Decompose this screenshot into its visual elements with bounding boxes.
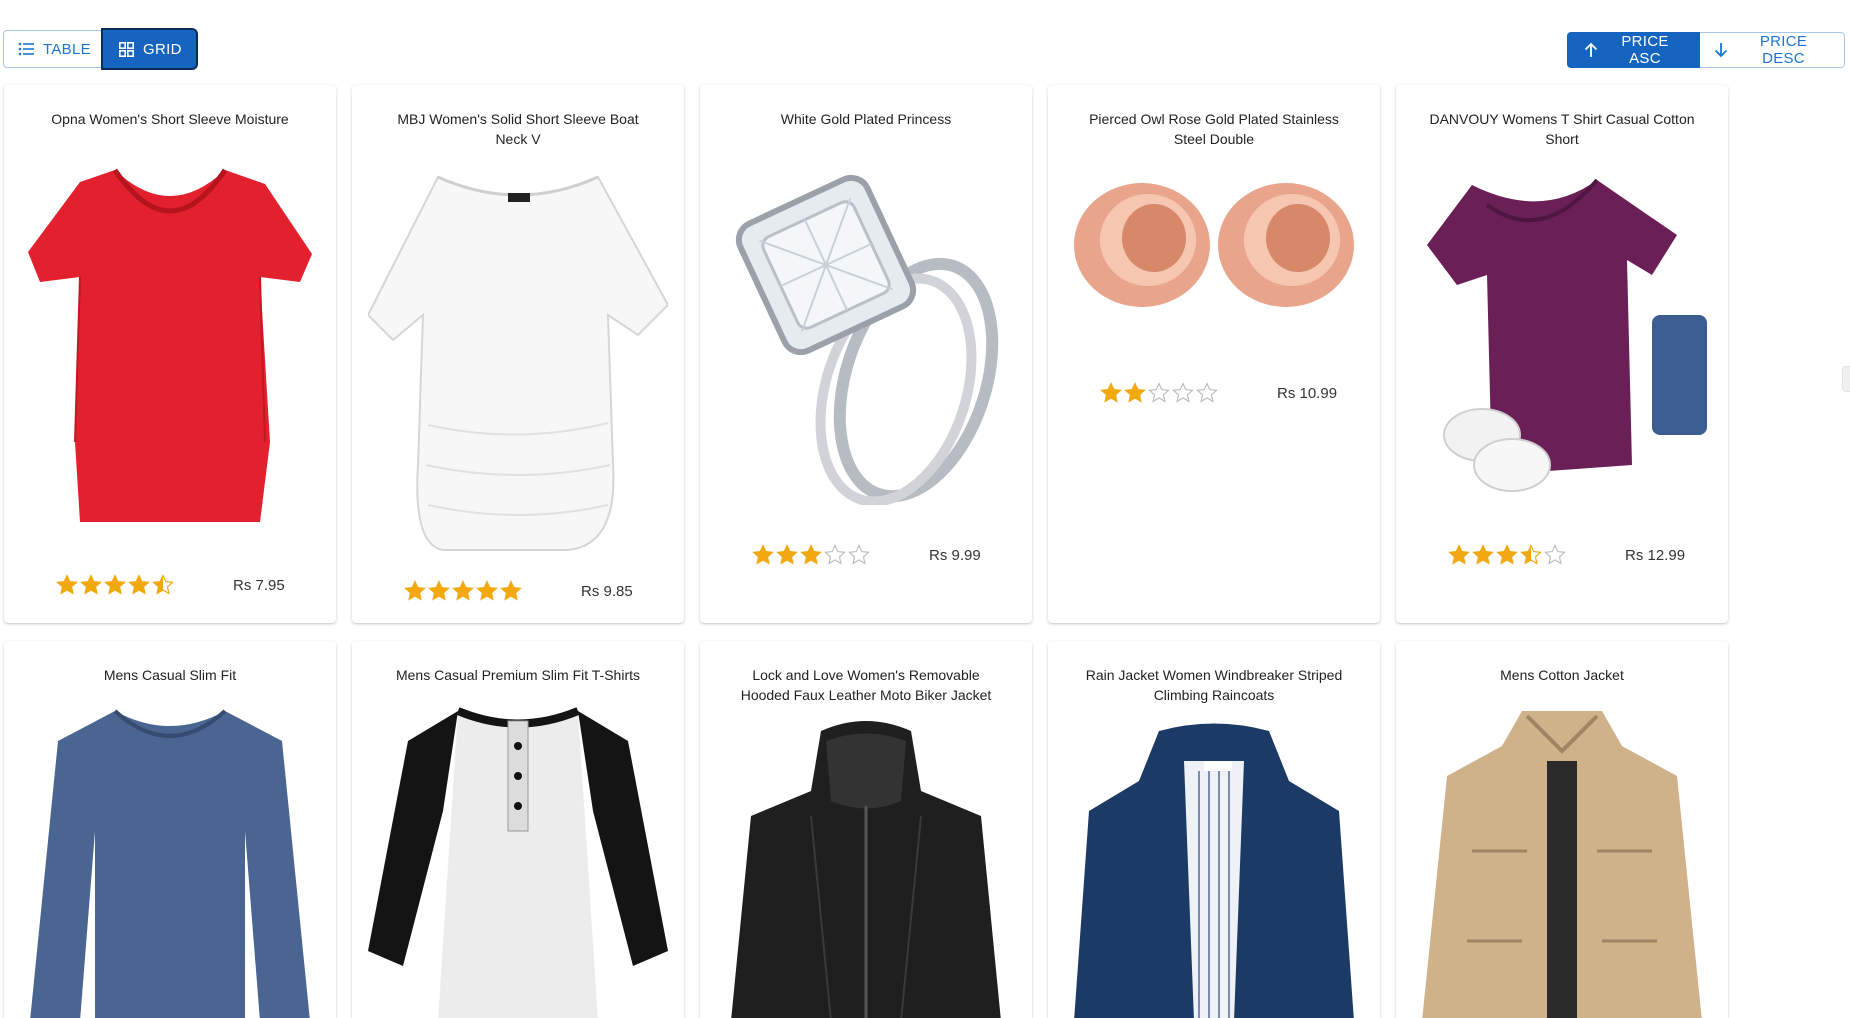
grid-view-label: GRID	[143, 40, 182, 58]
product-price: Rs 12.99	[1625, 547, 1686, 564]
product-card[interactable]: Mens Casual Slim Fit	[4, 641, 336, 1018]
rating-stars	[752, 544, 870, 566]
star-icon	[1472, 544, 1494, 565]
star-icon	[476, 580, 498, 601]
product-price: Rs 10.99	[1277, 385, 1338, 402]
star-icon	[1448, 544, 1470, 565]
star-icon	[776, 544, 798, 565]
product-title: Mens Cotton Jacket	[1500, 667, 1624, 683]
star-icon	[428, 580, 450, 601]
product-title: Lock and Love Women's Removable Hooded F…	[740, 667, 992, 703]
price-asc-button[interactable]: PRICE ASC	[1567, 32, 1700, 68]
product-card[interactable]: Mens Cotton Jacket	[1396, 641, 1728, 1018]
price-desc-button[interactable]: PRICE DESC	[1700, 32, 1845, 68]
product-image	[1412, 165, 1712, 505]
star-icon	[1148, 382, 1170, 403]
rating-stars	[56, 574, 174, 596]
product-card[interactable]: MBJ Women's Solid Short Sleeve Boat Neck…	[352, 85, 684, 623]
star-icon	[752, 544, 774, 565]
product-image	[1064, 721, 1364, 1018]
product-title: White Gold Plated Princess	[780, 111, 952, 127]
product-price: Rs 7.95	[233, 577, 285, 594]
arrow-up-icon	[1584, 42, 1598, 57]
star-icon	[1100, 382, 1122, 403]
star-icon	[404, 580, 426, 601]
product-title: Rain Jacket Women Windbreaker Striped Cl…	[1085, 667, 1343, 703]
product-title: Mens Casual Premium Slim Fit T-Shirts	[395, 667, 640, 683]
product-title: DANVOUY Womens T Shirt Casual Cotton Sho…	[1429, 111, 1695, 147]
table-view-label: TABLE	[43, 40, 91, 58]
view-toggle-group: TABLE GRID	[3, 30, 196, 68]
rating-stars	[1448, 544, 1566, 566]
product-image	[20, 701, 320, 1018]
product-title: Mens Casual Slim Fit	[103, 667, 237, 683]
star-icon	[56, 574, 78, 595]
table-view-button[interactable]: TABLE	[3, 30, 103, 68]
star-icon	[1496, 544, 1518, 565]
product-image	[1412, 701, 1712, 1018]
product-card[interactable]: Pierced Owl Rose Gold Plated Stainless S…	[1048, 85, 1380, 623]
star-icon	[824, 544, 846, 565]
arrow-down-icon	[1714, 43, 1728, 58]
product-footer: Rs 7.95	[4, 572, 336, 600]
product-card[interactable]: Lock and Love Women's Removable Hooded F…	[700, 641, 1032, 1018]
product-image	[1064, 160, 1364, 320]
star-icon	[152, 574, 174, 595]
product-footer: Rs 9.85	[352, 578, 684, 606]
product-title: Opna Women's Short Sleeve Moisture	[51, 111, 289, 127]
product-image	[368, 701, 668, 1018]
star-icon	[1124, 382, 1146, 403]
star-icon	[452, 580, 474, 601]
product-image	[716, 721, 1016, 1018]
grid-icon	[119, 41, 134, 57]
product-card[interactable]: Opna Women's Short Sleeve Moisture Rs 7.…	[4, 85, 336, 623]
star-icon	[104, 574, 126, 595]
star-icon	[128, 574, 150, 595]
product-image	[716, 145, 1016, 505]
list-icon	[18, 42, 34, 56]
product-title: Pierced Owl Rose Gold Plated Stainless S…	[1089, 111, 1339, 147]
product-price: Rs 9.85	[581, 583, 633, 600]
rating-stars	[1100, 382, 1218, 404]
star-icon	[1172, 382, 1194, 403]
product-card[interactable]: White Gold Plated Princess Rs 9.99	[700, 85, 1032, 623]
product-footer: Rs 12.99	[1396, 542, 1728, 570]
rating-stars	[404, 580, 522, 602]
product-footer: Rs 9.99	[700, 542, 1032, 570]
price-desc-label: PRICE DESC	[1759, 33, 1808, 67]
scrollbar-handle[interactable]	[1842, 366, 1850, 392]
star-icon	[80, 574, 102, 595]
product-footer: Rs 10.99	[1048, 380, 1380, 408]
star-icon	[800, 544, 822, 565]
product-price: Rs 9.99	[929, 547, 981, 564]
product-title: MBJ Women's Solid Short Sleeve Boat Neck…	[397, 111, 639, 147]
star-icon	[500, 580, 522, 601]
product-image	[20, 142, 320, 537]
price-asc-label: PRICE ASC	[1621, 33, 1669, 67]
grid-view-button[interactable]: GRID	[103, 30, 196, 68]
product-image	[368, 165, 668, 565]
toolbar: TABLE GRID PRICE ASC PRICE DESC	[0, 30, 1850, 68]
star-icon	[848, 544, 870, 565]
sort-toggle-group: PRICE ASC PRICE DESC	[1567, 32, 1845, 68]
star-icon	[1520, 544, 1542, 565]
product-card[interactable]: Rain Jacket Women Windbreaker Striped Cl…	[1048, 641, 1380, 1018]
product-card[interactable]: DANVOUY Womens T Shirt Casual Cotton Sho…	[1396, 85, 1728, 623]
product-card[interactable]: Mens Casual Premium Slim Fit T-Shirts	[352, 641, 684, 1018]
star-icon	[1544, 544, 1566, 565]
star-icon	[1196, 382, 1218, 403]
